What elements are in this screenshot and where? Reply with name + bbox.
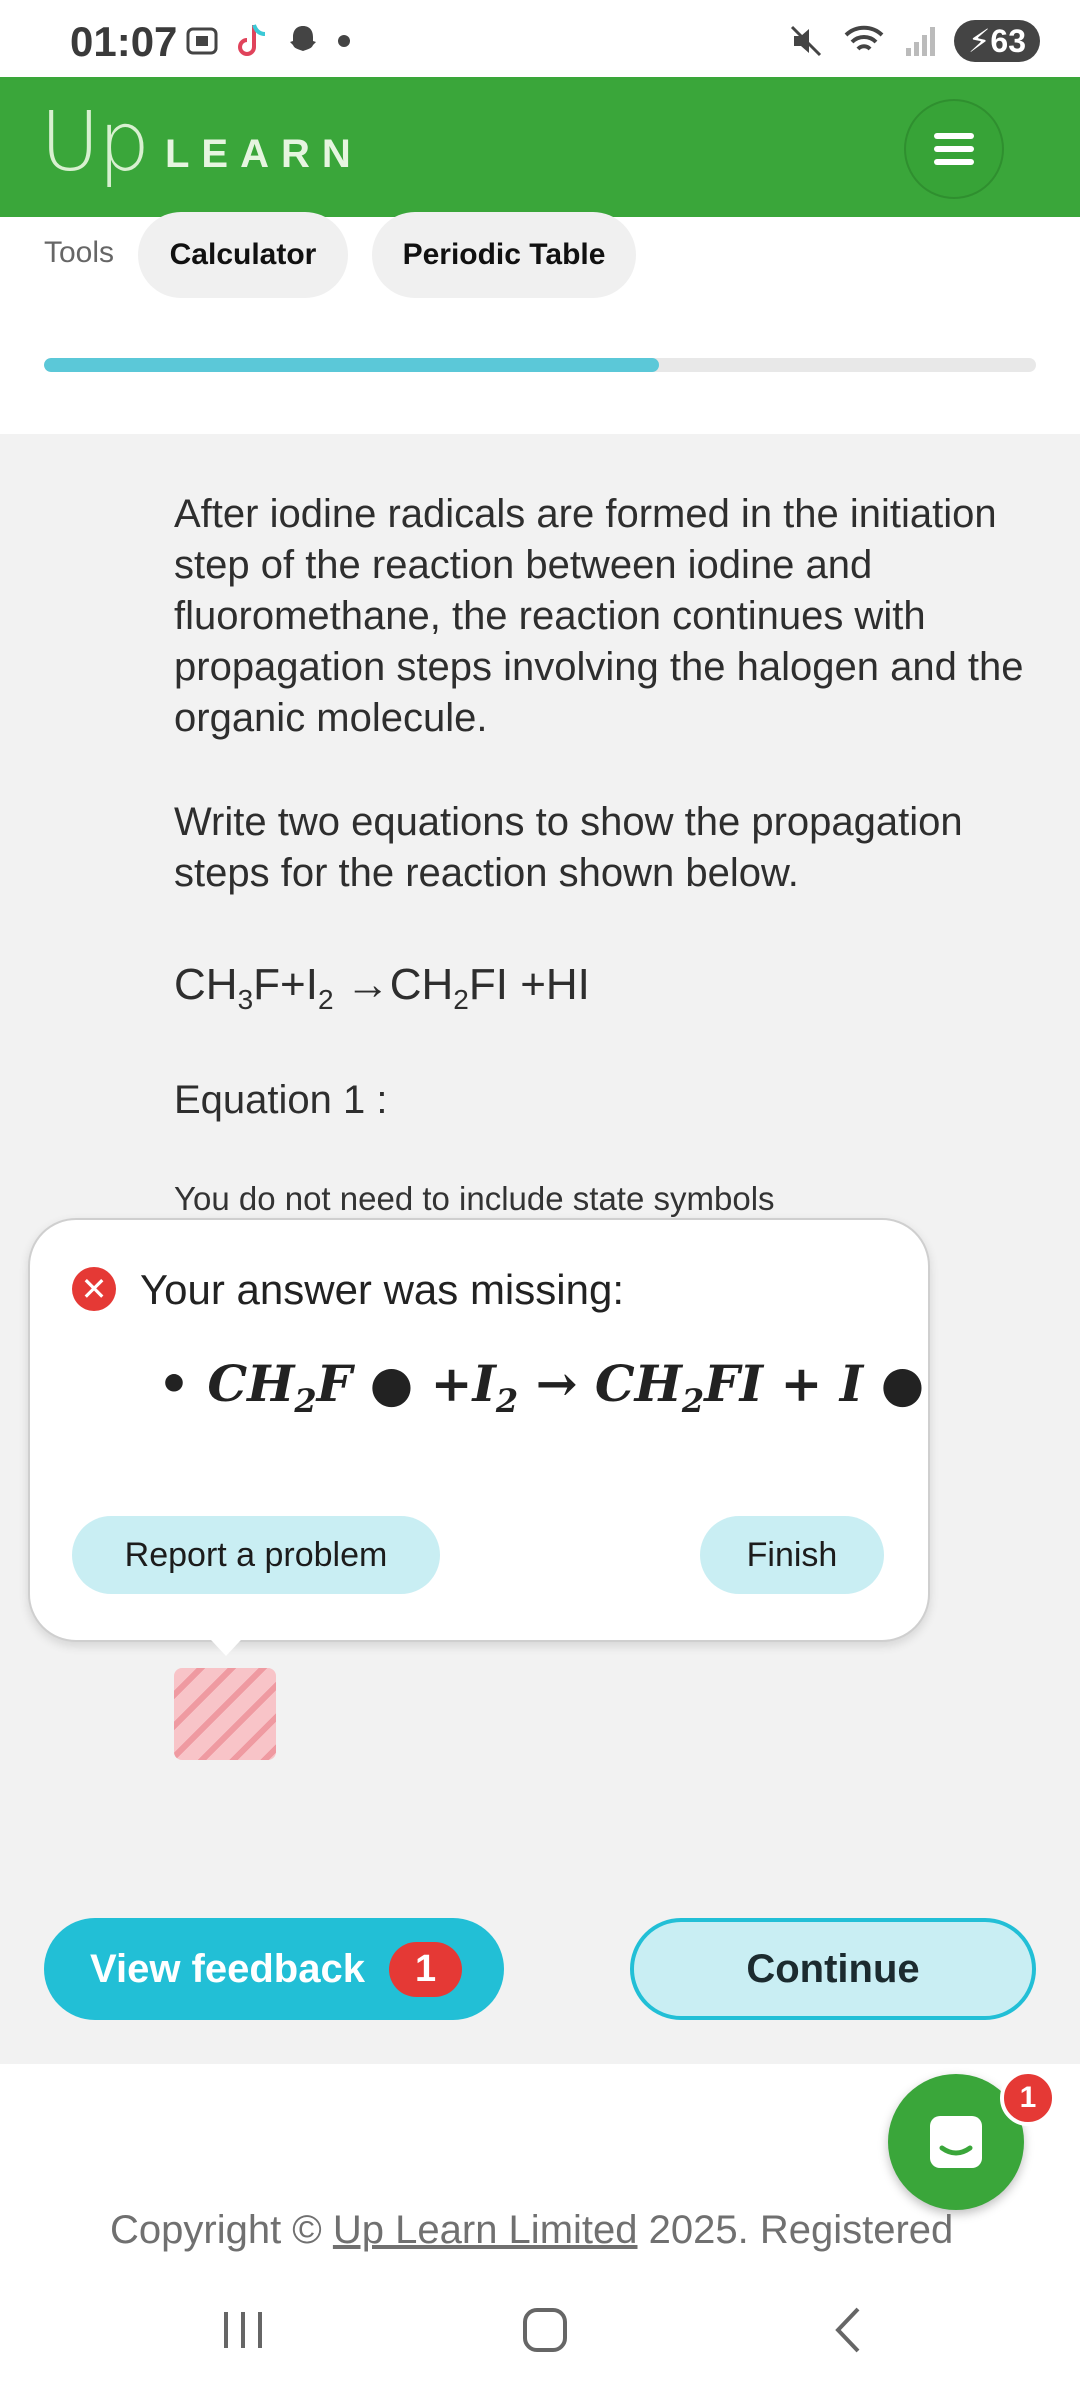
view-feedback-button[interactable]: View feedback 1 <box>44 1918 504 2020</box>
notification-icons <box>184 22 352 60</box>
view-feedback-label: View feedback <box>90 1946 365 1991</box>
recent-apps-icon <box>224 2312 262 2348</box>
logo-up[interactable]: Up <box>40 95 150 190</box>
up-learn-limited-link[interactable]: Up Learn Limited <box>333 2208 638 2252</box>
dot-icon <box>338 35 350 47</box>
status-bar: 01:07 ⚡63 <box>0 0 1080 77</box>
calculator-button[interactable]: Calculator <box>138 212 348 298</box>
home-icon <box>523 2308 567 2352</box>
progress-bar <box>44 358 1036 372</box>
mute-icon <box>790 25 821 57</box>
reaction-equation: CH3F+I2 →CH2FI +HI <box>174 960 590 1015</box>
app-header: Up LEARN <box>0 77 1080 217</box>
state-symbols-note: You do not need to include state symbols <box>174 1180 775 1217</box>
chat-badge: 1 <box>1000 2070 1056 2126</box>
missing-equation: • CH2F ● +I2 → CH2FI + I ● <box>158 1354 925 1420</box>
snapchat-icon <box>290 26 316 51</box>
question-instruction: Write two equations to show the propagat… <box>174 800 963 895</box>
missing-title: Your answer was missing: <box>140 1266 624 1313</box>
recent-apps-button[interactable] <box>203 2300 283 2360</box>
battery-indicator: ⚡63 <box>953 20 1040 62</box>
progress-fill <box>44 358 660 372</box>
hamburger-icon <box>934 146 974 152</box>
chat-icon <box>930 2116 982 2168</box>
copyright-prefix: Copyright © <box>110 2208 333 2252</box>
error-icon: ✕ <box>72 1267 116 1311</box>
continue-button[interactable]: Continue <box>630 1918 1036 2020</box>
back-icon <box>835 2307 860 2353</box>
menu-button[interactable] <box>904 99 1004 199</box>
finish-button[interactable]: Finish <box>700 1516 884 1594</box>
system-icons: ⚡63 <box>788 20 1040 62</box>
signal-icon <box>905 27 935 56</box>
screenshot-icon <box>186 27 218 55</box>
answer-input-incorrect[interactable] <box>174 1668 276 1760</box>
feedback-count-badge: 1 <box>388 1941 463 1997</box>
wifi-icon <box>844 25 884 51</box>
copyright-text: Copyright © Up Learn Limited 2025. Regis… <box>110 2208 953 2253</box>
tools-label: Tools <box>44 236 115 269</box>
question-intro: After iodine radicals are formed in the … <box>174 492 1024 740</box>
back-button[interactable] <box>808 2300 888 2360</box>
popup-pointer <box>198 1626 254 1656</box>
logo-learn: LEARN <box>165 132 363 176</box>
home-button[interactable] <box>505 2300 585 2360</box>
report-problem-button[interactable]: Report a problem <box>72 1516 440 1594</box>
equation-label: Equation 1 : <box>174 1078 388 1122</box>
periodic-table-button[interactable]: Periodic Table <box>372 212 636 298</box>
tiktok-icon <box>238 24 266 56</box>
status-time: 01:07 <box>70 18 178 65</box>
copyright-suffix: 2025. Registered <box>637 2208 954 2252</box>
